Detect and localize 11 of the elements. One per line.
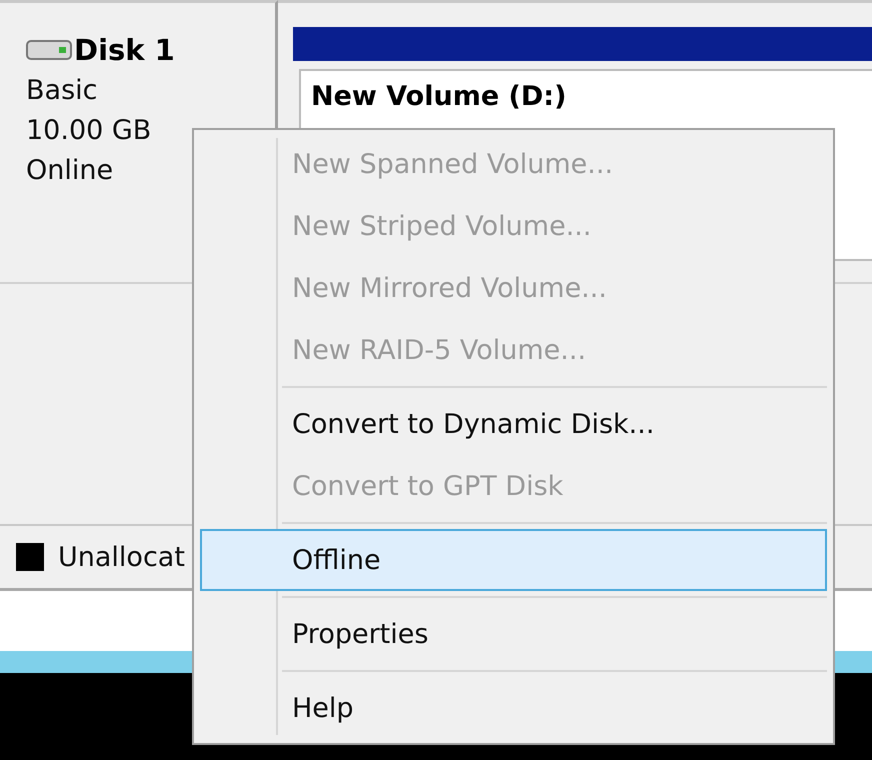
disk-status: Online — [26, 155, 114, 187]
disk-size: 10.00 GB — [26, 115, 152, 147]
menu-item[interactable]: Properties — [200, 603, 827, 665]
menu-item[interactable]: Offline — [200, 529, 827, 591]
menu-item[interactable]: Help — [200, 677, 827, 739]
disk-type: Basic — [26, 75, 98, 107]
menu-item[interactable]: Convert to Dynamic Disk... — [200, 393, 827, 455]
disk-name: Disk 1 — [74, 33, 175, 67]
legend-label: Unallocat — [58, 542, 185, 572]
disk-drive-icon — [26, 39, 72, 61]
volume-name: New Volume (D:) — [311, 81, 566, 112]
